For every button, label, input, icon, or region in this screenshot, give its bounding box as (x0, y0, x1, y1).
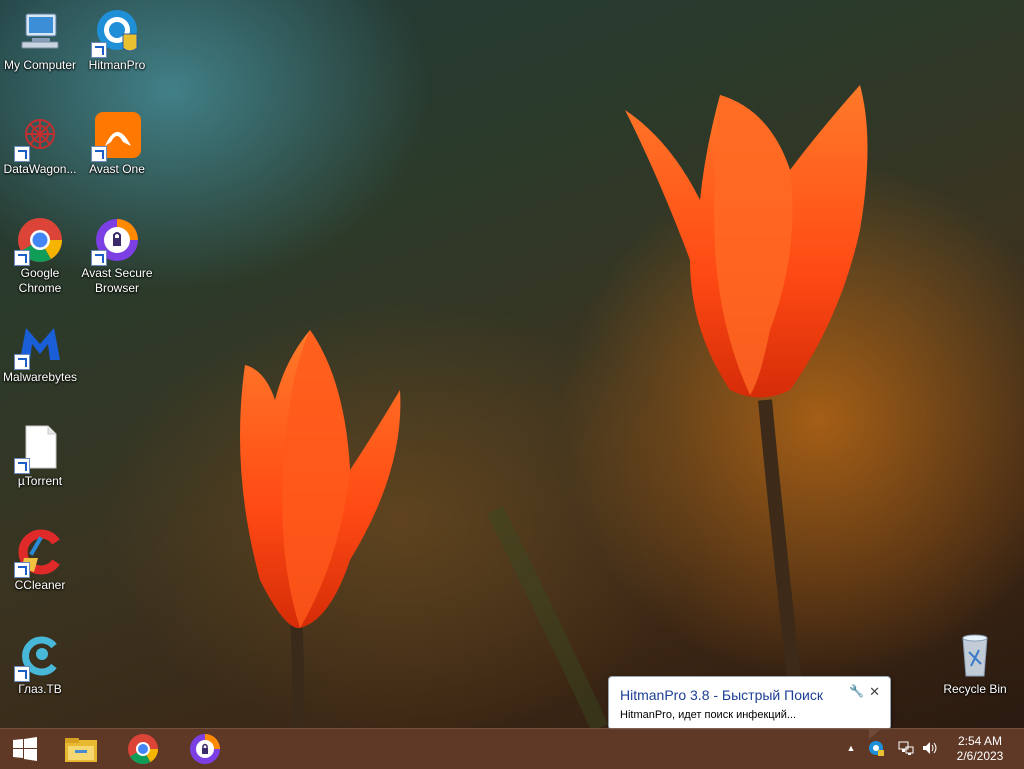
desktop-icon-label: HitmanPro (88, 58, 146, 72)
network-icon[interactable] (897, 739, 915, 757)
shortcut-arrow-icon (14, 666, 30, 682)
taskbar: ▲ 2:54 AM 2/6/2023 (0, 728, 1024, 769)
chrome-icon (128, 734, 158, 765)
shortcut-arrow-icon (91, 250, 107, 266)
wrench-icon[interactable]: 🔧 (849, 684, 864, 698)
desktop-icon-label: Google Chrome (18, 266, 62, 295)
desktop-icon-google-chrome[interactable]: Google Chrome (0, 216, 80, 296)
tulip-artwork (240, 85, 868, 732)
shortcut-arrow-icon (91, 42, 107, 58)
avast-one-icon (91, 112, 141, 162)
desktop-icon-datawagon[interactable]: DataWagon... (0, 112, 80, 177)
clock-time: 2:54 AM (957, 734, 1003, 748)
shortcut-arrow-icon (91, 146, 107, 162)
desktop-wallpaper (0, 0, 1024, 732)
desktop-icon-label: Глаз.ТВ (18, 682, 62, 696)
notification-text: HitmanPro, идет поиск инфекций... (620, 709, 797, 721)
desktop-icon-recycle-bin[interactable]: Recycle Bin (935, 632, 1015, 697)
shortcut-arrow-icon (14, 146, 30, 162)
desktop-icon-label: Malwarebytes (2, 370, 78, 384)
volume-icon[interactable] (921, 739, 939, 757)
chrome-icon (14, 216, 64, 266)
glaz-tv-icon (14, 632, 64, 682)
desktop-icon-ccleaner[interactable]: CCleaner (0, 528, 80, 593)
desktop-icon-avast-one[interactable]: Avast One (77, 112, 157, 177)
desktop-icon-label: µTorrent (17, 474, 63, 488)
file-explorer-icon (65, 738, 97, 762)
start-button[interactable] (0, 733, 50, 765)
desktop-icon-glaz-tv[interactable]: Глаз.ТВ (0, 632, 80, 697)
tray-hitmanpro-icon[interactable] (867, 739, 885, 757)
clock-date: 2/6/2023 (956, 749, 1004, 763)
shortcut-arrow-icon (14, 354, 30, 370)
notification-title: HitmanPro 3.8 - Быстрый Поиск (620, 687, 823, 703)
shortcut-arrow-icon (14, 250, 30, 266)
desktop-icon-label: CCleaner (14, 578, 66, 592)
desktop-icon-my-computer[interactable]: My Computer (0, 8, 80, 73)
malwarebytes-icon (14, 320, 64, 370)
avast-secure-browser-icon (91, 216, 141, 266)
desktop-icon-label: Avast Secure Browser (81, 266, 153, 295)
taskbar-avast-secure-browser[interactable] (180, 733, 230, 765)
file-icon (14, 424, 64, 474)
taskbar-clock[interactable]: 2:54 AM 2/6/2023 (944, 734, 1016, 764)
close-icon[interactable]: ✕ (869, 684, 880, 700)
tray-overflow-icon[interactable]: ▲ (842, 739, 860, 757)
desktop-icon-label: Recycle Bin (943, 682, 1007, 696)
desktop-icon-malwarebytes[interactable]: Malwarebytes (0, 320, 80, 385)
desktop-icon-avast-secure-browser[interactable]: Avast Secure Browser (77, 216, 157, 296)
computer-icon (16, 8, 64, 56)
hitmanpro-icon (91, 8, 141, 58)
shortcut-arrow-icon (14, 458, 30, 474)
taskbar-chrome[interactable] (118, 733, 168, 765)
datawagon-icon (14, 112, 64, 162)
ccleaner-icon (14, 528, 64, 578)
hitmanpro-notification[interactable]: HitmanPro 3.8 - Быстрый Поиск HitmanPro,… (608, 676, 891, 739)
avast-secure-browser-icon (190, 734, 220, 764)
desktop-icon-label: DataWagon... (3, 162, 77, 176)
windows-logo-icon (13, 737, 37, 761)
desktop-icon-utorrent[interactable]: µTorrent (0, 424, 80, 489)
desktop-icon-hitmanpro[interactable]: HitmanPro (77, 8, 157, 73)
desktop-icon-label: Avast One (89, 162, 145, 176)
desktop-icon-label: My Computer (3, 58, 77, 72)
recycle-bin-icon (951, 632, 999, 680)
taskbar-file-explorer[interactable] (56, 733, 106, 765)
shortcut-arrow-icon (14, 562, 30, 578)
